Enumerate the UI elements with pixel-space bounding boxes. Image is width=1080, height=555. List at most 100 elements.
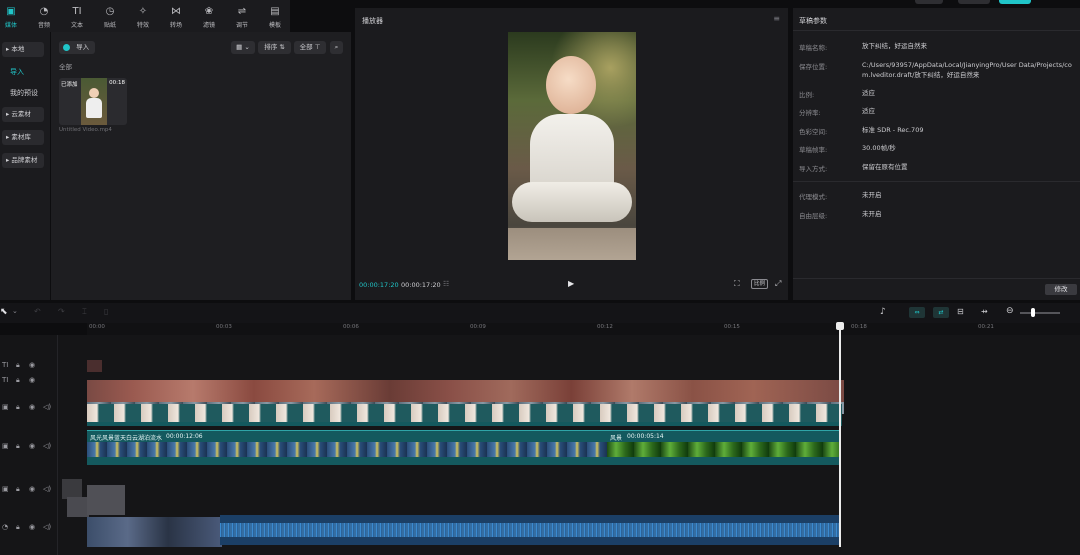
zoom-slider[interactable] xyxy=(1020,312,1060,314)
view-toggle-button[interactable]: ▦ ⌄ xyxy=(231,41,255,54)
clip-duration-label: 00:00:12:06 xyxy=(166,433,203,440)
robe xyxy=(530,114,614,192)
eye-icon[interactable]: ◉ xyxy=(29,361,35,369)
clip-filmstrip xyxy=(607,442,840,457)
time-ruler[interactable]: 00:00 00:03 00:06 00:09 00:12 00:15 00:1… xyxy=(87,323,1080,335)
divider xyxy=(793,181,1080,182)
preview-axis-icon[interactable]: ⇸ xyxy=(981,307,988,316)
undo-icon[interactable]: ↶ xyxy=(34,307,41,316)
lock-icon[interactable]: 🔒︎ xyxy=(16,485,20,494)
param-value: 保留在原有位置 xyxy=(862,163,908,171)
tab-sticker[interactable]: ◷ 贴纸 xyxy=(93,6,127,29)
lock-icon[interactable]: 🔒︎ xyxy=(16,403,20,412)
ruler-tick: 00:21 xyxy=(978,324,994,330)
template-icon: ▤ xyxy=(270,6,280,17)
sort-button[interactable]: 排序 ⇅ xyxy=(258,41,291,54)
track-header-text: TI 🔒︎ ◉ xyxy=(0,376,57,390)
param-label: 草稿帧率: xyxy=(799,146,828,154)
sidebar-item-import[interactable]: 导入 xyxy=(10,67,24,77)
clip-duration: 00:18 xyxy=(109,80,125,86)
volume-icon[interactable]: ◁) xyxy=(43,442,51,450)
tab-transition[interactable]: ⋈ 转场 xyxy=(159,6,193,29)
added-badge: 已添加 xyxy=(61,82,78,88)
select-cursor-icon[interactable]: ⬉ xyxy=(0,307,8,317)
eye-icon[interactable]: ◉ xyxy=(29,485,35,493)
blurred-clip[interactable] xyxy=(87,485,125,515)
section-title: 全部 xyxy=(59,63,72,71)
split-icon[interactable]: ⌶ xyxy=(82,307,87,317)
tab-adjust[interactable]: ⇌ 调节 xyxy=(225,6,259,29)
zoom-out-icon[interactable]: ⊖ xyxy=(1006,306,1014,316)
param-label: 代理模式: xyxy=(799,193,828,201)
media-icon: ▣ xyxy=(6,6,16,17)
lock-icon[interactable]: 🔒︎ xyxy=(16,376,20,385)
timecode-format-icon[interactable]: ☷ xyxy=(443,280,449,288)
video-track-icon: ▣ xyxy=(2,485,9,493)
eye-icon[interactable]: ◉ xyxy=(29,442,35,450)
volume-icon[interactable]: ◁) xyxy=(43,523,51,531)
sidebar-item-presets[interactable]: 我的预设 xyxy=(10,88,38,98)
ruler-tick: 00:03 xyxy=(216,324,232,330)
eye-icon[interactable]: ◉ xyxy=(29,376,35,384)
sidebar-item-brand[interactable]: ▸ 品牌素材 xyxy=(2,153,44,168)
text-track-icon: TI xyxy=(2,361,9,369)
linkage-icon[interactable]: ⊟ xyxy=(957,307,964,316)
tab-effects[interactable]: ✧ 特效 xyxy=(126,6,160,29)
eye-icon[interactable]: ◉ xyxy=(29,523,35,531)
blurred-clip[interactable] xyxy=(67,497,89,517)
playhead[interactable] xyxy=(836,322,844,547)
fullscreen-icon[interactable]: ⤢ xyxy=(775,279,781,289)
zoom-slider-handle[interactable] xyxy=(1031,308,1035,317)
blurred-clip[interactable] xyxy=(62,479,82,499)
video-preview[interactable] xyxy=(508,32,636,260)
adjust-icon: ⇌ xyxy=(237,6,247,17)
video-clip-child[interactable] xyxy=(87,404,842,426)
clip-name: Untitled Video.mp4 xyxy=(59,127,112,133)
microphone-icon[interactable]: ♪ xyxy=(880,307,886,317)
tab-audio[interactable]: ◔ 音频 xyxy=(27,6,61,29)
fullscreen-crop-icon[interactable]: ⛶ xyxy=(734,279,740,289)
lock-icon[interactable]: 🔒︎ xyxy=(16,523,20,532)
redo-icon[interactable]: ↷ xyxy=(58,307,65,316)
playhead-handle[interactable] xyxy=(836,322,844,330)
current-time: 00:00:17:20 xyxy=(359,281,399,289)
layout-button[interactable] xyxy=(915,0,943,4)
video-clip-landscape[interactable]: 风光风景蓝天白云湖泊流水 00:00:12:06 xyxy=(87,430,607,465)
tab-filter[interactable]: ❀ 滤镜 xyxy=(192,6,226,29)
sidebar-item-local[interactable]: ▸ 本地 xyxy=(2,42,44,57)
clip-title: 风光风景蓝天白云湖泊流水 xyxy=(90,435,163,442)
volume-icon[interactable]: ◁) xyxy=(43,403,51,411)
modify-button[interactable]: 修改 xyxy=(1045,284,1077,295)
blurred-audio-clip[interactable] xyxy=(87,517,222,547)
menu-icon[interactable]: ≡ xyxy=(773,14,780,23)
export-button[interactable] xyxy=(999,0,1031,4)
video-clip-scenery[interactable]: 风景 00:00:05:14 xyxy=(607,430,840,465)
filter-all-button[interactable]: 全部 ⊤ xyxy=(294,41,326,54)
play-icon[interactable]: ▶ xyxy=(568,279,574,288)
audio-clip[interactable] xyxy=(220,515,840,545)
delete-icon[interactable]: ▯ xyxy=(104,307,108,316)
auto-snap-icon[interactable]: ⇄ xyxy=(933,307,949,318)
draft-params-panel: 草稿参数 草稿名称: 放下纠结，好运自然来 保存位置: C:/Users/939… xyxy=(793,8,1080,300)
shortcut-button[interactable] xyxy=(958,0,990,4)
blurred-overlay-clip[interactable] xyxy=(87,380,844,402)
eye-icon[interactable]: ◉ xyxy=(29,403,35,411)
ratio-button[interactable]: 比例 xyxy=(751,279,769,289)
text-clip[interactable] xyxy=(87,360,102,372)
tab-text[interactable]: TI 文本 xyxy=(60,6,94,29)
lock-icon[interactable]: 🔒︎ xyxy=(16,361,20,370)
search-icon: ⌕ xyxy=(334,43,339,51)
lock-icon[interactable]: 🔒︎ xyxy=(16,442,20,451)
media-thumbnail[interactable]: 已添加 00:18 xyxy=(59,78,127,125)
volume-icon[interactable]: ◁) xyxy=(43,485,51,493)
chevron-down-icon[interactable]: ⌄ xyxy=(12,307,18,315)
search-button[interactable]: ⌕ xyxy=(330,41,343,54)
import-button[interactable]: 导入 xyxy=(59,41,95,54)
tab-template[interactable]: ▤ 模板 xyxy=(258,6,292,29)
sidebar-item-cloud[interactable]: ▸ 云素材 xyxy=(2,107,44,122)
track-header-divider xyxy=(57,335,58,555)
filter-icon: ⊤ xyxy=(314,43,321,51)
sidebar-item-library[interactable]: ▸ 素材库 xyxy=(2,130,44,145)
tab-media[interactable]: ▣ 媒体 xyxy=(0,6,28,29)
main-track-magnet-icon[interactable]: ⇔ xyxy=(909,307,925,318)
